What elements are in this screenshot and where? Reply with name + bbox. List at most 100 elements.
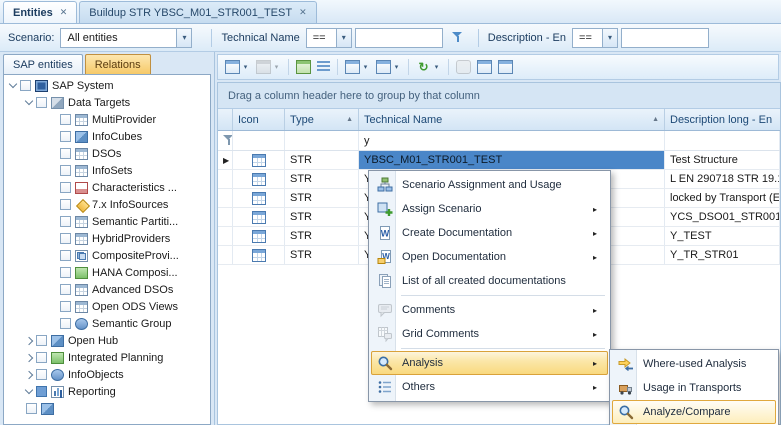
checkbox[interactable]: [60, 250, 71, 261]
tree-item-infosets[interactable]: InfoSets: [4, 162, 210, 179]
checkbox[interactable]: [26, 403, 37, 414]
checkbox[interactable]: [36, 352, 47, 363]
expander-icon[interactable]: [25, 353, 33, 361]
chevron-down-icon[interactable]: [176, 29, 191, 47]
cell-type[interactable]: STR: [285, 227, 359, 245]
tab-sap-entities[interactable]: SAP entities: [3, 54, 83, 74]
menu-item-comments[interactable]: Comments: [371, 298, 608, 322]
cell-description[interactable]: locked by Transport (EN...: [665, 189, 780, 207]
grid-view-button[interactable]: [374, 57, 403, 77]
chevron-down-icon[interactable]: [392, 63, 401, 71]
tree-item-multiprovider[interactable]: MultiProvider: [4, 111, 210, 128]
tree-item-infocubes[interactable]: InfoCubes: [4, 128, 210, 145]
export-grid-button[interactable]: [475, 57, 494, 77]
checkbox[interactable]: [60, 233, 71, 244]
filter-button[interactable]: [447, 28, 469, 48]
expander-icon[interactable]: [25, 97, 33, 105]
tree-item-characteristics[interactable]: Characteristics ...: [4, 179, 210, 196]
column-header-type[interactable]: Type: [285, 109, 359, 130]
cell-icon[interactable]: [233, 170, 285, 188]
tree-item-semantic-group[interactable]: Semantic Group: [4, 315, 210, 332]
cell-description[interactable]: YCS_DSO01_STR001: [665, 208, 780, 226]
chevron-down-icon[interactable]: [272, 63, 281, 71]
filter-cell-type[interactable]: [285, 131, 359, 150]
tree-item-open-hub[interactable]: Open Hub: [4, 332, 210, 349]
tab-buildup-str[interactable]: Buildup STR YBSC_M01_STR001_TEST: [79, 1, 316, 23]
column-header-icon[interactable]: Icon: [233, 109, 285, 130]
tab-entities[interactable]: Entities: [3, 1, 77, 23]
table-row[interactable]: STR YBSC_M01_STR001_TEST Test Structure: [218, 151, 780, 170]
scenario-dropdown[interactable]: All entities: [60, 28, 192, 48]
description-operator-dropdown[interactable]: ==: [572, 28, 618, 48]
list-button[interactable]: [315, 57, 332, 77]
menu-item-analyze-compare[interactable]: Analyze/Compare: [612, 400, 776, 424]
tree-item-data-targets[interactable]: Data Targets: [4, 94, 210, 111]
checkbox[interactable]: [60, 216, 71, 227]
chevron-down-icon[interactable]: [361, 63, 370, 71]
cell-description[interactable]: Y_TR_STR01: [665, 246, 780, 264]
column-header-technical-name[interactable]: Technical Name: [359, 109, 665, 130]
column-header-description[interactable]: Description long - En: [665, 109, 780, 130]
expander-icon[interactable]: [25, 370, 33, 378]
tree-item-reporting[interactable]: Reporting: [4, 383, 210, 400]
menu-item-scenario-assignment-and-usage[interactable]: Scenario Assignment and Usage: [371, 173, 608, 197]
tree-item-infosources[interactable]: 7.x InfoSources: [4, 196, 210, 213]
chevron-down-icon[interactable]: [602, 29, 617, 47]
checkbox[interactable]: [60, 267, 71, 278]
checkbox[interactable]: [20, 80, 31, 91]
close-icon[interactable]: [60, 7, 68, 18]
filter-cell-description[interactable]: [665, 131, 780, 150]
menu-item-assign-scenario[interactable]: Assign Scenario: [371, 197, 608, 221]
tree-item-advanced-dsos[interactable]: Advanced DSOs: [4, 281, 210, 298]
cell-description[interactable]: Test Structure: [665, 151, 780, 169]
menu-item-usage-in-transports[interactable]: Usage in Transports: [612, 376, 776, 400]
expander-icon[interactable]: [25, 386, 33, 394]
cell-type[interactable]: STR: [285, 170, 359, 188]
close-icon[interactable]: [299, 7, 307, 18]
menu-item-create-documentation[interactable]: W Create Documentation: [371, 221, 608, 245]
filter-cell-technical-name[interactable]: y: [359, 131, 665, 150]
chevron-down-icon[interactable]: [241, 63, 250, 71]
description-filter-input[interactable]: [621, 28, 709, 48]
tree-item-sap-system[interactable]: SAP System: [4, 77, 210, 94]
refresh-button[interactable]: [414, 57, 443, 77]
tree-item-semantic-partitions[interactable]: Semantic Partiti...: [4, 213, 210, 230]
cell-technical-name[interactable]: YBSC_M01_STR001_TEST: [359, 151, 665, 169]
checkbox[interactable]: [60, 301, 71, 312]
cell-icon[interactable]: [233, 151, 285, 169]
cell-icon[interactable]: [233, 246, 285, 264]
chevron-down-icon[interactable]: [432, 63, 441, 71]
save-button[interactable]: [254, 57, 283, 77]
tree-item-infoobjects[interactable]: InfoObjects: [4, 366, 210, 383]
menu-item-others[interactable]: Others: [371, 375, 608, 399]
menu-item-open-documentation[interactable]: W Open Documentation: [371, 245, 608, 269]
tab-relations[interactable]: Relations: [85, 54, 151, 74]
cell-icon[interactable]: [233, 227, 285, 245]
menu-item-where-used-analysis[interactable]: Where-used Analysis: [612, 352, 776, 376]
table-settings-button[interactable]: [496, 57, 515, 77]
tree-item-integrated-planning[interactable]: Integrated Planning: [4, 349, 210, 366]
filter-cell-icon[interactable]: [233, 131, 285, 150]
checkbox[interactable]: [60, 148, 71, 159]
group-by-panel[interactable]: Drag a column header here to group by th…: [218, 83, 780, 109]
checkbox[interactable]: [60, 199, 71, 210]
checkbox[interactable]: [36, 369, 47, 380]
technical-name-operator-dropdown[interactable]: ==: [306, 28, 352, 48]
filter-edit-button[interactable]: [294, 57, 313, 77]
expander-icon[interactable]: [25, 336, 33, 344]
checkbox[interactable]: [60, 165, 71, 176]
menu-item-analysis[interactable]: Analysis: [371, 351, 608, 375]
cell-type[interactable]: STR: [285, 208, 359, 226]
expander-icon[interactable]: [9, 80, 17, 88]
checkbox[interactable]: [36, 97, 47, 108]
grid-layout-button[interactable]: [223, 57, 252, 77]
tree-item-hana-composites[interactable]: HANA Composi...: [4, 264, 210, 281]
checkbox[interactable]: [36, 335, 47, 346]
cell-format-button[interactable]: [343, 57, 372, 77]
tree-item-compositeproviders[interactable]: CompositeProvi...: [4, 247, 210, 264]
chevron-down-icon[interactable]: [336, 29, 351, 47]
cell-icon[interactable]: [233, 189, 285, 207]
tree-item-hybridproviders[interactable]: HybridProviders: [4, 230, 210, 247]
checkbox[interactable]: [60, 131, 71, 142]
tree-item-partial[interactable]: [4, 400, 210, 417]
